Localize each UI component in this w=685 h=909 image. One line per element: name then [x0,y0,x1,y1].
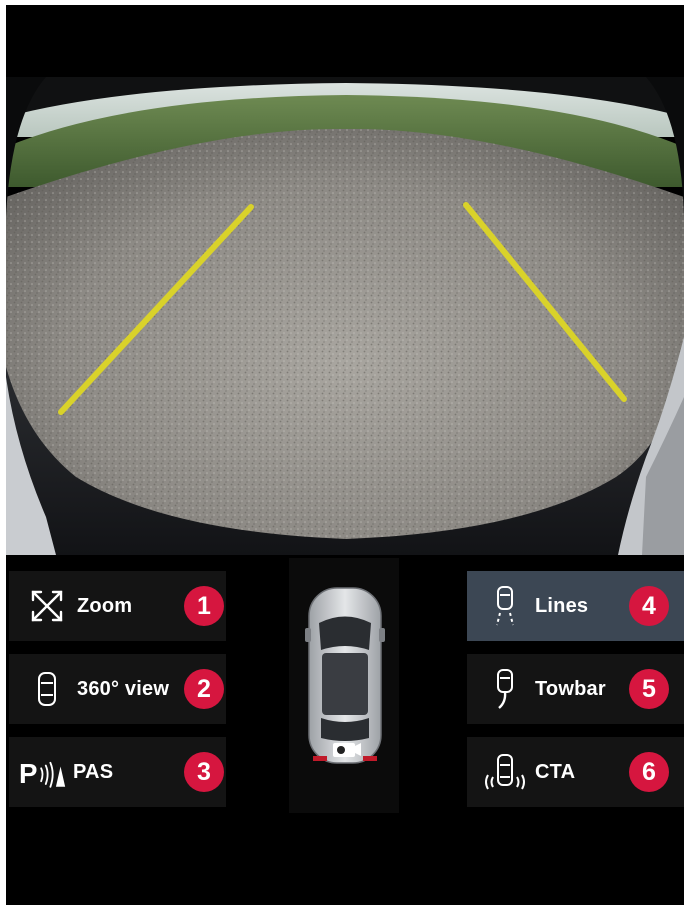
zoom-expand-icon [23,586,71,626]
zoom-label: Zoom [77,594,133,617]
callout-badge-5: 5 [629,669,669,709]
guide-lines-icon [481,586,529,626]
towbar-icon [481,669,529,709]
callout-badge-2: 2 [184,669,224,709]
svg-text:P: P [19,758,37,789]
cross-traffic-alert-icon [481,752,529,792]
360-view-label: 360° view [77,677,170,700]
car-top-view-icon [23,669,71,709]
cta-label: CTA [535,760,576,783]
callout-badge-1: 1 [184,586,224,626]
lines-label: Lines [535,594,589,617]
towbar-label: Towbar [535,677,606,700]
park-assist-sensor-icon: P [19,752,67,792]
pas-label: PAS [73,760,114,783]
camera-screen: Zoom 1 360° view 2 P PAS 3 Lines 4 Towba… [6,5,684,905]
camera-controls-panel: Zoom 1 360° view 2 P PAS 3 Lines 4 Towba… [6,555,684,905]
car-top-view [289,558,399,813]
callout-badge-4: 4 [629,586,669,626]
callout-badge-6: 6 [629,752,669,792]
bottom-band [6,815,684,905]
rear-camera-view [6,77,684,555]
callout-badge-3: 3 [184,752,224,792]
